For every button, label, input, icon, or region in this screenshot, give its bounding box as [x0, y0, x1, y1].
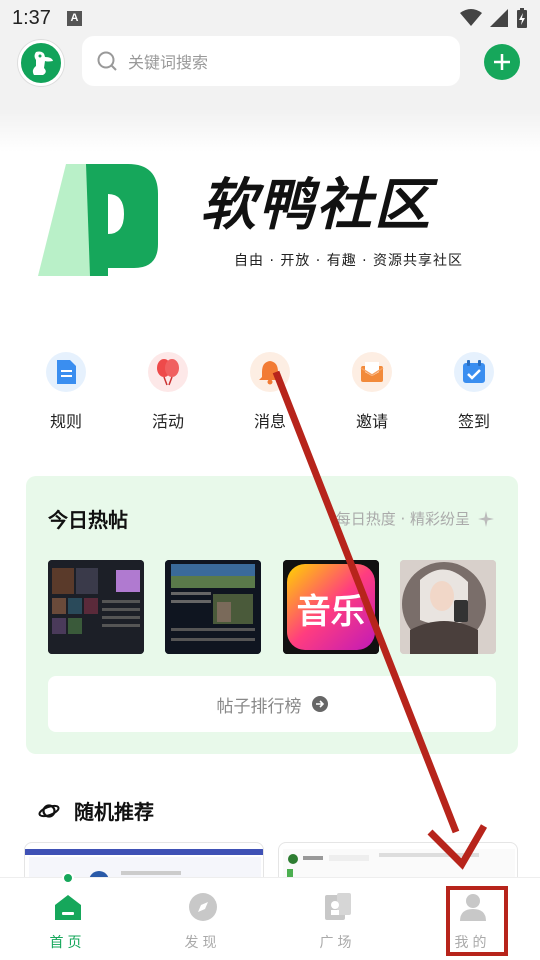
quick-action-rules[interactable]: 规则	[20, 352, 112, 442]
envelope-icon	[352, 352, 392, 392]
quick-action-label: 签到	[457, 412, 490, 431]
random-post-card[interactable]	[24, 842, 264, 882]
random-title: 随机推荐	[74, 800, 154, 824]
plus-icon	[494, 54, 510, 70]
banner[interactable]: 软鸭社区 自由 · 开放 · 有趣 · 资源共享社区	[38, 160, 508, 280]
music-thumb-text: 音乐	[296, 592, 365, 632]
nav-label: 广场	[319, 935, 356, 951]
notification-a-icon: A	[66, 10, 82, 26]
quick-action-messages[interactable]: 消息	[224, 352, 316, 442]
search-placeholder: 关键词搜索	[128, 53, 209, 72]
search-icon	[96, 50, 118, 72]
compass-icon	[186, 890, 220, 924]
hot-post-thumb[interactable]	[48, 560, 144, 654]
status-bar: 1:37 A	[0, 0, 540, 36]
document-icon	[46, 352, 86, 392]
top-bar: 关键词搜索	[0, 36, 540, 152]
hot-posts-subtitle: 每日热度 · 精彩纷呈	[336, 508, 494, 529]
battery-icon	[517, 8, 527, 28]
home-icon	[51, 890, 85, 924]
hot-post-thumb[interactable]	[165, 560, 262, 654]
hot-posts-title: 今日热帖	[48, 508, 128, 532]
hot-posts-card: 今日热帖 每日热度 · 精彩纷呈 音乐 帖子排行榜	[26, 476, 518, 754]
quick-action-events[interactable]: 活动	[122, 352, 214, 442]
planet-icon	[38, 803, 60, 818]
hot-posts-subtitle-text: 每日热度 · 精彩纷呈	[335, 510, 470, 528]
signal-icon	[490, 9, 508, 27]
nav-label: 首页	[49, 935, 86, 951]
nav-home[interactable]: 首页	[0, 872, 135, 960]
post-ranking-button[interactable]: 帖子排行榜	[48, 676, 496, 732]
balloon-icon	[148, 352, 188, 392]
hot-post-thumb[interactable]: 音乐	[282, 560, 379, 654]
quick-action-label: 消息	[253, 412, 286, 431]
random-header: 随机推荐	[38, 796, 154, 825]
quick-action-label: 邀请	[355, 412, 388, 431]
app-logo[interactable]	[18, 40, 64, 86]
nav-discover[interactable]: 发现	[135, 878, 270, 960]
sparkle-icon	[478, 510, 494, 527]
status-time: 1:37	[12, 6, 51, 29]
banner-title: 软鸭社区	[200, 173, 432, 238]
post-ranking-label: 帖子排行榜	[216, 696, 302, 717]
quick-action-invite[interactable]: 邀请	[326, 352, 418, 442]
calendar-check-icon	[454, 352, 494, 392]
nav-square[interactable]: 广场	[270, 878, 405, 960]
arrow-right-icon	[311, 696, 328, 712]
quick-action-label: 规则	[49, 412, 82, 431]
search-input[interactable]: 关键词搜索	[82, 36, 460, 86]
nav-label: 发现	[184, 935, 221, 951]
bell-icon	[250, 352, 290, 392]
random-post-card[interactable]	[278, 842, 518, 882]
wifi-icon	[460, 9, 482, 26]
hot-post-thumbnails: 音乐	[48, 560, 496, 654]
active-indicator	[61, 872, 74, 884]
quick-action-checkin[interactable]: 签到	[428, 352, 520, 442]
annotation-highlight-box	[446, 886, 508, 956]
add-button[interactable]	[484, 44, 520, 80]
duck-logo-icon	[32, 51, 53, 75]
square-icon	[321, 890, 355, 924]
hot-post-thumb[interactable]	[399, 560, 496, 654]
status-icons	[460, 8, 528, 28]
banner-subtitle: 自由 · 开放 · 有趣 · 资源共享社区	[234, 253, 464, 269]
quick-actions: 规则 活动 消息 邀请 签到	[20, 352, 520, 442]
quick-action-label: 活动	[151, 412, 184, 431]
banner-logo-icon	[38, 164, 158, 276]
